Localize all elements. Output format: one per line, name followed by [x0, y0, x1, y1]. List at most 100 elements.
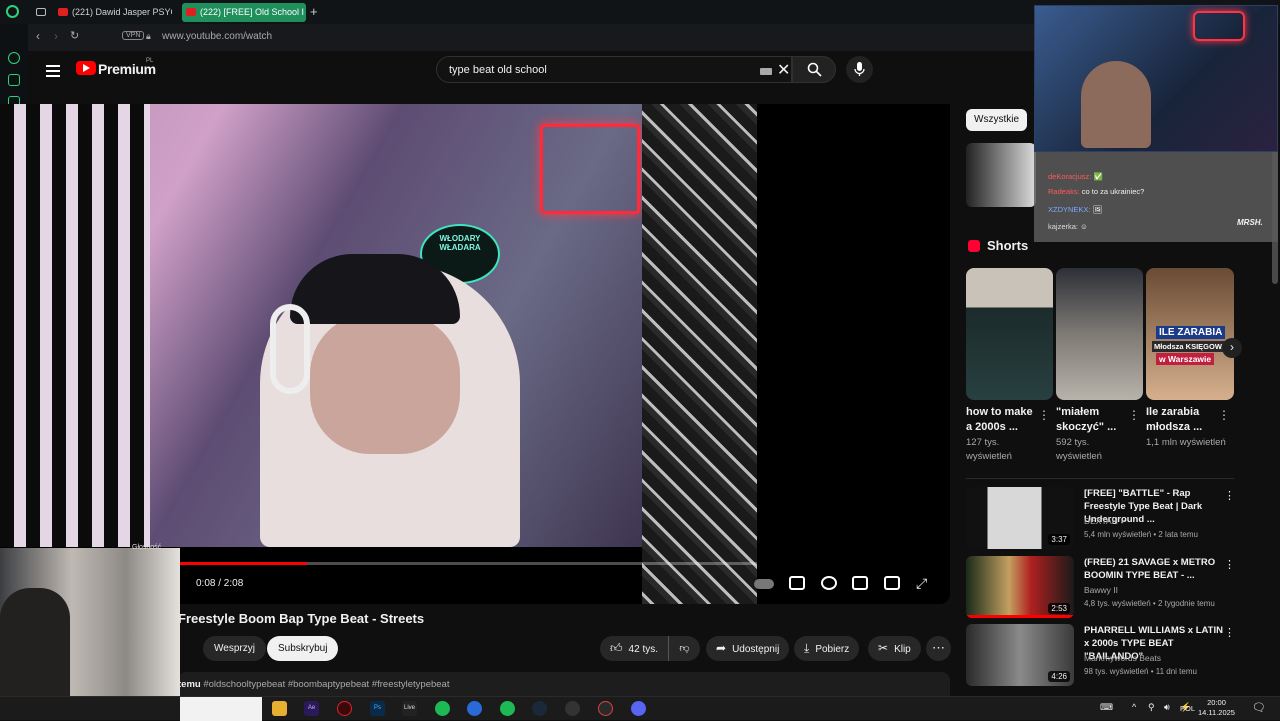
clip-button[interactable]: ✂ Klip	[868, 636, 921, 661]
chat-message: Radeaks: co to za ukrainiec?	[1048, 187, 1145, 196]
search-button[interactable]	[792, 56, 836, 83]
tab-switcher-icon[interactable]	[36, 8, 46, 16]
browser-logo-icon[interactable]	[6, 5, 19, 18]
support-button[interactable]: Wesprzyj	[203, 636, 266, 661]
short-title[interactable]: how to make a 2000s ...	[966, 405, 1041, 435]
tab-old-school[interactable]: (222) [FREE] Old School I	[182, 3, 306, 22]
short-title[interactable]: Ile zarabia młodsza ...	[1146, 405, 1221, 435]
neon-house-sign	[540, 124, 640, 214]
youtube-favicon-icon	[186, 8, 196, 16]
recommended-channel[interactable]: DEXTAH ✔	[1084, 516, 1126, 526]
reload-icon[interactable]: ↻	[70, 29, 79, 42]
clock-time: 20:00	[1207, 698, 1226, 707]
youtube-favicon-icon	[58, 8, 68, 16]
filter-chip-all[interactable]: Wszystkie	[966, 109, 1027, 131]
download-button[interactable]: ⤓ Pobierz	[794, 636, 860, 661]
taskbar-search-box[interactable]	[180, 697, 262, 721]
voice-search-button[interactable]	[846, 56, 873, 83]
steam-icon[interactable]	[532, 701, 547, 716]
recommended-title[interactable]: (FREE) 21 SAVAGE x METRO BOOMIN TYPE BEA…	[1084, 556, 1224, 582]
time-display: 0:08 / 2:08	[186, 574, 254, 594]
refresh-sidebar-icon[interactable]	[8, 52, 20, 64]
hashtags[interactable]: #oldschooltypebeat #boombaptypebeat #fre…	[203, 679, 449, 690]
hamburger-menu-icon[interactable]	[46, 65, 60, 77]
recommended-thumbnail[interactable]: 4:26	[966, 624, 1074, 686]
like-button[interactable]: 👍︎ 42 tys.	[600, 636, 665, 662]
short-menu-icon[interactable]: ⋮	[1128, 408, 1140, 422]
recommended-item[interactable]: 3:37 [FREE] "BATTLE" - Rap Freestyle Typ…	[966, 487, 1236, 549]
video-player[interactable]: WŁODARY WŁADARA 0:08 / 2:08 ⤢	[0, 104, 950, 604]
ableton-live-icon[interactable]: Live	[402, 701, 417, 716]
recommended-thumbnail[interactable]: 3:37	[966, 487, 1074, 549]
clock[interactable]: 20:00 14.11.2025	[1198, 698, 1235, 718]
volume-icon[interactable]: 🔊︎	[1164, 702, 1170, 713]
back-icon[interactable]: ‹	[36, 29, 40, 43]
youtube-header: Premium PL type beat old school ✕	[28, 51, 1038, 103]
short-title[interactable]: "miałem skoczyć" ...	[1056, 405, 1131, 435]
subscribe-button[interactable]: Subskrybuj	[267, 636, 339, 661]
shorts-header: Shorts	[987, 238, 1029, 253]
chevron-up-icon[interactable]: ^	[1132, 702, 1136, 712]
short-thumbnail[interactable]	[966, 268, 1053, 400]
fullscreen-icon[interactable]: ⤢	[916, 575, 927, 592]
tab-dawid-jasper[interactable]: (221) Dawid Jasper PSYC	[54, 3, 172, 22]
subtitles-icon[interactable]	[789, 576, 805, 590]
search-input[interactable]: type beat old school	[449, 64, 547, 76]
share-button[interactable]: ➦ Udostępnij	[706, 636, 790, 661]
search-box[interactable]: type beat old school ✕	[436, 56, 792, 83]
address-bar: ‹ › ↻ VPN 🔒︎ www.youtube.com/watch	[28, 24, 1038, 51]
clear-search-icon[interactable]: ✕	[777, 60, 790, 80]
new-tab-button[interactable]: +	[310, 4, 318, 19]
recommended-channel[interactable]: Bawwy II	[1084, 585, 1118, 595]
forward-icon[interactable]: ›	[54, 29, 58, 43]
thumbs-up-icon: 👍︎	[610, 641, 623, 655]
description-box[interactable]: temu #oldschooltypebeat #boombaptypebeat…	[178, 672, 950, 696]
short-menu-icon[interactable]: ⋮	[1038, 408, 1050, 422]
keyboard-icon[interactable]	[760, 68, 772, 75]
recommended-thumbnail-top[interactable]	[966, 143, 1036, 207]
search-icon	[807, 62, 822, 77]
keyboard-tray-icon[interactable]: ⌨	[1100, 702, 1113, 713]
progress-fill	[180, 562, 307, 565]
short-thumbnail[interactable]: ILE ZARABIA Młodsza KSIĘGOWA w Warszawie	[1146, 268, 1234, 400]
discord-icon[interactable]	[631, 701, 646, 716]
bag-icon[interactable]	[8, 74, 20, 86]
recommended-channel[interactable]: Markmywords Beats	[1084, 653, 1161, 663]
shorts-next-button[interactable]: ›	[1222, 338, 1242, 358]
network-icon[interactable]: ⚲	[1148, 702, 1155, 713]
spotify-alt-icon[interactable]	[500, 701, 515, 716]
cast-icon[interactable]	[884, 576, 900, 590]
youtube-logo-icon[interactable]	[76, 61, 96, 75]
windows-taskbar: Ae Ps Live ⌨ ^ ⚲ 🔊︎ ⚡ POL 20:00 14.11.20…	[0, 696, 1280, 721]
recommended-meta: 4,8 tys. wyświetleń • 2 tygodnie temu	[1084, 599, 1215, 608]
recommended-menu-icon[interactable]: ⋮	[1224, 558, 1235, 571]
spotify-icon[interactable]	[435, 701, 450, 716]
url-text[interactable]: www.youtube.com/watch	[162, 31, 272, 42]
streamer-figure	[1081, 61, 1151, 148]
vpn-badge[interactable]: VPN	[122, 31, 145, 40]
obs-icon[interactable]	[565, 701, 580, 716]
recommended-menu-icon[interactable]: ⋮	[1224, 626, 1235, 639]
recommended-item[interactable]: 2:53 (FREE) 21 SAVAGE x METRO BOOMIN TYP…	[966, 556, 1236, 618]
dislike-button[interactable]: 👎︎	[668, 636, 700, 661]
short-thumbnail[interactable]	[1056, 268, 1143, 400]
language-indicator[interactable]: POL	[1180, 704, 1195, 713]
settings-gear-icon[interactable]	[821, 576, 837, 590]
region-badge: PL	[146, 58, 154, 64]
after-effects-icon[interactable]: Ae	[304, 701, 319, 716]
short-menu-icon[interactable]: ⋮	[1218, 408, 1230, 422]
recommended-item[interactable]: 4:26 PHARRELL WILLIAMS x LATIN x 2000s T…	[966, 624, 1236, 686]
autoplay-toggle[interactable]	[754, 579, 774, 589]
recommended-thumbnail[interactable]: 2:53	[966, 556, 1074, 618]
recommended-menu-icon[interactable]: ⋮	[1224, 489, 1235, 502]
record-icon[interactable]	[598, 701, 613, 716]
opera-gx-icon[interactable]	[337, 701, 352, 716]
file-explorer-icon[interactable]	[272, 701, 287, 716]
miniplayer-icon[interactable]	[852, 576, 868, 590]
progress-bar[interactable]	[180, 562, 757, 565]
browser-c-icon[interactable]	[467, 701, 482, 716]
notifications-icon[interactable]: 🗨︎	[1252, 701, 1266, 714]
more-actions-button[interactable]: ⋯	[926, 636, 951, 661]
photoshop-icon[interactable]: Ps	[370, 701, 385, 716]
scissors-icon: ✂	[878, 641, 889, 655]
